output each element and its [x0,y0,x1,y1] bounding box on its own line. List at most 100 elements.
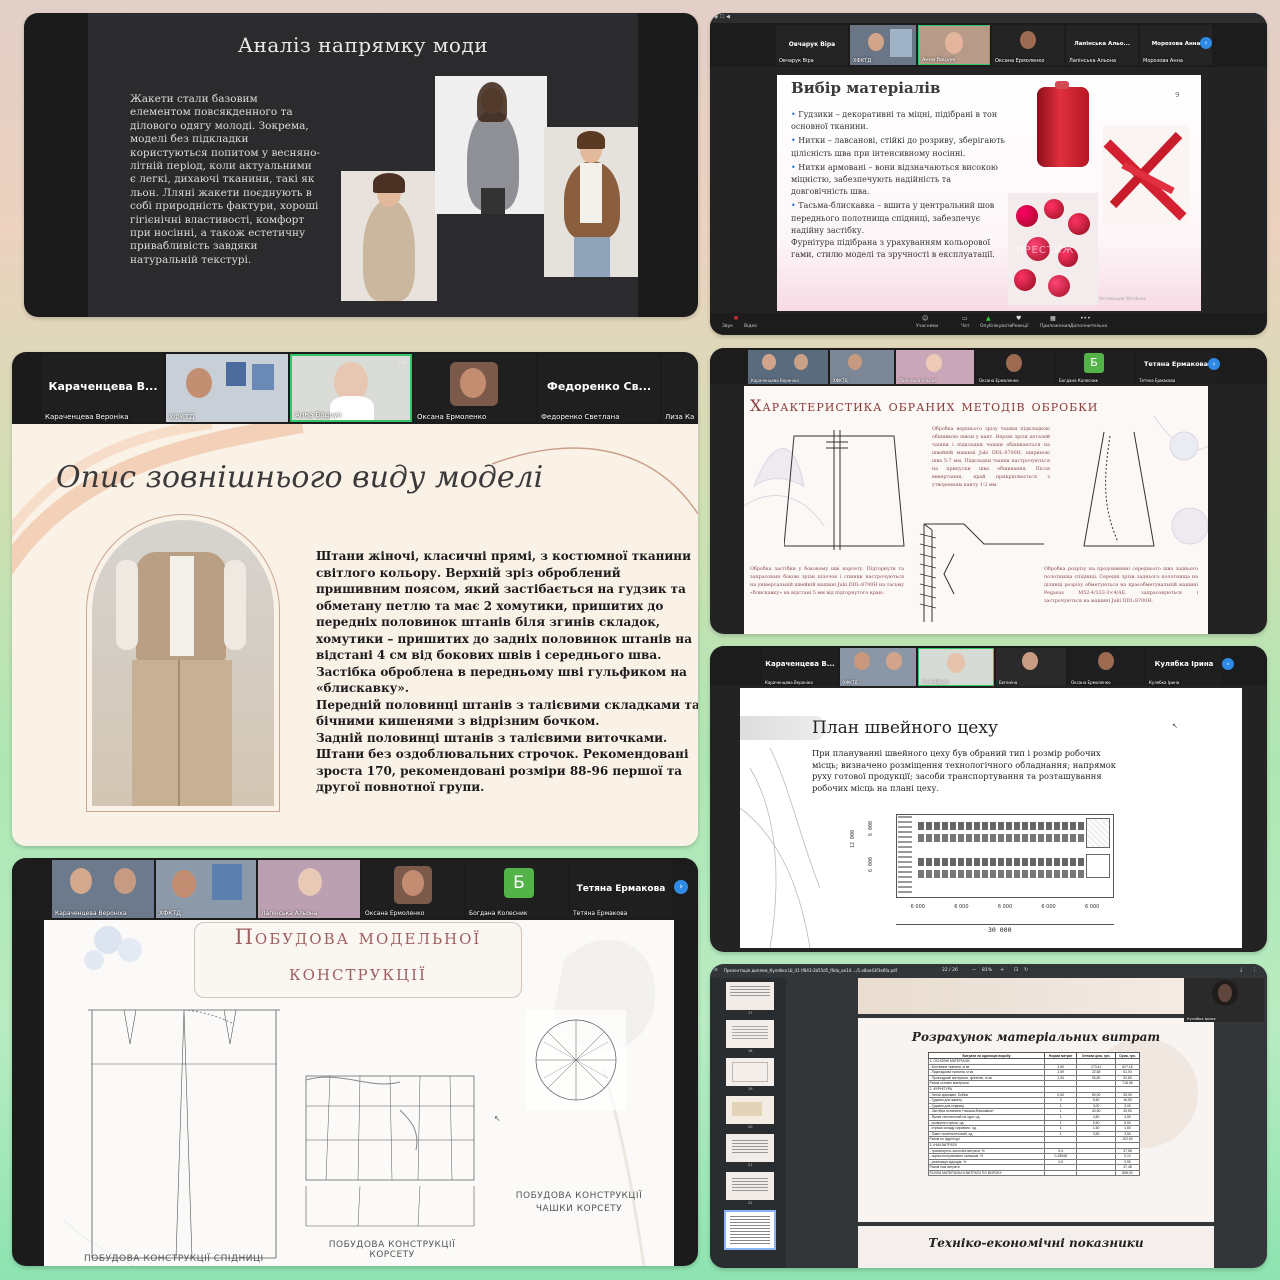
menu-icon[interactable]: ☰ [714,967,718,972]
participant-tile-1[interactable]: Овчарук Віра Овчарук Віра [776,25,848,65]
cup-construction-drawing [526,1010,626,1110]
pdf-page-indicator[interactable]: 22 / 26 [942,968,958,973]
participant-tile-3[interactable]: Лапінська Альона [258,860,360,918]
window-label: ◉ ☐ ◀ [714,14,730,20]
participant-tile-6[interactable]: Кулябка Ірина Кулябка Ірина [1146,648,1222,686]
pdf-toolbar: ☰ Презентація диплом_Кулябка Ш_41 (f843-… [710,964,1267,978]
chat-icon[interactable]: ▭ [962,315,968,322]
participants-strip: Караченцева Вероніка ХФКТД Лапінська Аль… [12,858,698,920]
thumbnail[interactable] [726,1172,774,1200]
bullet-item: • Нитки – лавсанові, стійкі до розриву, … [791,136,1005,158]
table-cell [1076,1169,1116,1177]
download-icon[interactable]: ⤓ [1240,967,1242,973]
zip-processing-drawing [919,523,1044,622]
participant-tile-6[interactable]: Лиза Ка [662,354,698,422]
participant-tile-6[interactable]: Тетяна Ермакова Тетяна Ермакова [1136,350,1216,384]
thumbnail[interactable] [726,982,774,1010]
floor-plan: 12 000 6 000 6 000 6 000 6 000 6 000 6 0… [850,812,1126,944]
participant-tile-1[interactable]: Караченцева Вероніка [52,860,154,918]
participants-strip: Караченцева В... Караченцева Вероніка ХФ… [710,646,1267,686]
participant-tile-5[interactable]: Федоренко Св... Федоренко Светлана [538,354,660,422]
slit-processing-drawing [1083,431,1155,547]
model-description-text: Штани жіночі, класичні прямі, з костюмно… [316,549,698,794]
participant-tile-3[interactable]: Лапінська Альона [896,350,974,384]
participant-tile-2[interactable]: ХФКТД [156,860,256,918]
participant-tile-5[interactable]: Б Богдана Колесник [1056,350,1134,384]
slide-fashion-analysis: Аналіз напрямку моди Жакети стали базови… [88,13,638,317]
reactions-icon[interactable]: ♥ [1016,315,1021,322]
participant-tile-5[interactable]: Лапінська Альо... Лапінська Альона [1066,25,1138,65]
participants-icon[interactable]: ☺ [922,315,928,322]
toolbar-participants-label[interactable]: Учасники [916,324,938,329]
mic-muted-icon[interactable]: ✖ [726,315,746,322]
participant-tile-5[interactable]: Оксана Ермоленко [1068,648,1144,686]
slide-title: Аналіз напрямку моди [237,33,489,57]
next-participants-button[interactable]: › [1222,658,1234,670]
apps-icon[interactable]: ▦ [1050,315,1056,322]
participant-tile-4[interactable]: Евгеніна [996,648,1066,686]
next-participants-button[interactable]: › [1208,358,1220,370]
thumbnail[interactable] [726,1058,774,1086]
thumbnail[interactable] [726,1020,774,1048]
pdf-zoom-level[interactable]: 81% [982,968,992,973]
tile-fashion-analysis: Аналіз напрямку моди Жакети стали базови… [24,13,698,317]
share-icon[interactable]: ▲ [986,315,991,322]
participant-tile-4[interactable]: Оксана Ермоленко [976,350,1054,384]
zoom-out-icon[interactable]: − [972,967,976,973]
thumbnail[interactable] [726,1134,774,1162]
participant-tile-3-active[interactable]: Анна Вацьук ⋯ [290,354,412,422]
participant-tile-6[interactable]: Тетяна Ермакова Тетяна Ермакова [570,860,672,918]
cup-processing-drawing [784,430,905,550]
cost-table: Витрати на одиницю виробу Норми витрат О… [927,1052,1141,1177]
participant-tile-3-active[interactable]: Анна Вацьук [918,648,994,686]
participant-tile-2[interactable]: ХФКТД [830,350,894,384]
more-options-icon[interactable]: ⋮ [1252,967,1257,973]
participant-tile-3-active[interactable]: Анна Вацьук [918,25,990,65]
fit-page-icon[interactable]: ⊡ [1014,967,1018,973]
participant-tile-1[interactable]: Караченцева В... Караченцева Вероніка [42,354,164,422]
self-camera[interactable]: Кулябка Ірина [1184,978,1264,1022]
slide-title-line1: Побудова модельної [234,925,482,949]
next-participants-button[interactable]: › [1200,37,1212,49]
participant-tile-2[interactable]: ХФКТД [166,354,288,422]
participant-tile-1[interactable]: Караченцева Вероніка [748,350,828,384]
zoom-in-icon[interactable]: + [1000,967,1004,973]
dim-col: 6 000 [1085,904,1100,910]
toolbar-share-label[interactable]: Опублікувати [980,324,1012,329]
more-options-icon[interactable]: ⋯ [398,358,406,367]
rotate-icon[interactable]: ↻ [1024,967,1028,973]
more-icon[interactable]: ••• [1080,315,1091,322]
participant-tile-2[interactable]: ХФКТД [840,648,916,686]
participants-strip: Караченцева Вероніка ХФКТД Лапінська Аль… [710,348,1267,384]
toolbar-more-label[interactable]: Дополнительно [1070,324,1107,329]
thumbnail-selected[interactable] [724,1210,776,1250]
thumbnail[interactable] [726,1096,774,1124]
slide-title: Характеристика обраних методів обробки [750,396,1099,415]
workstation-rows [918,822,1084,892]
table-cell [1044,1169,1078,1177]
next-participants-button[interactable]: › [674,880,688,894]
participants-strip: Овчарук Віра Овчарук Віра ХФКТД Анна Вац… [710,23,1267,67]
participant-tile-2[interactable]: ХФКТД [850,25,916,65]
pdf-page: Розрахунок матеріальних витрат Витрати н… [858,1018,1214,1222]
next-page-title: Техніко-економічні показники [928,1236,1144,1250]
thumbnail-label: 20 [748,1125,753,1129]
toolbar-reactions-label[interactable]: Реакції [1012,324,1029,329]
toolbar-audio-label: Звук [722,324,733,329]
tile-workshop-plan: Караченцева В... Караченцева Вероніка ХФ… [710,646,1267,952]
participant-tile-5[interactable]: Б Богдана Колесник [466,860,568,918]
toolbar-apps-label[interactable]: Приложения [1040,324,1070,329]
model-photo [92,520,274,806]
participant-tile-4[interactable]: Оксана Ермоленко [992,25,1064,65]
footer-note: Фурнітура підібрана з урахуванням кольор… [791,238,995,260]
toolbar-chat-label[interactable]: Чат [961,324,969,329]
thumbnail-label: 22 [748,1201,753,1205]
watermark-text: ПРЕСТИЖ [1016,245,1075,256]
thumbnail-sidebar: 17 18 19 20 21 22 [710,978,786,1268]
participant-tile-4[interactable]: Оксана Ермоленко [362,860,464,918]
dim-height-bottom: 6 000 [868,856,874,872]
zipper-image [1103,125,1189,225]
participant-tile-1[interactable]: Караченцева В... Караченцева Вероніка [762,648,838,686]
participant-tile-4[interactable]: Оксана Ермоленко [414,354,536,422]
zoom-toolbar: ✖ Звук Відео ☺ Учасники ▭ Чат ▲ Опубліку… [710,313,1267,335]
